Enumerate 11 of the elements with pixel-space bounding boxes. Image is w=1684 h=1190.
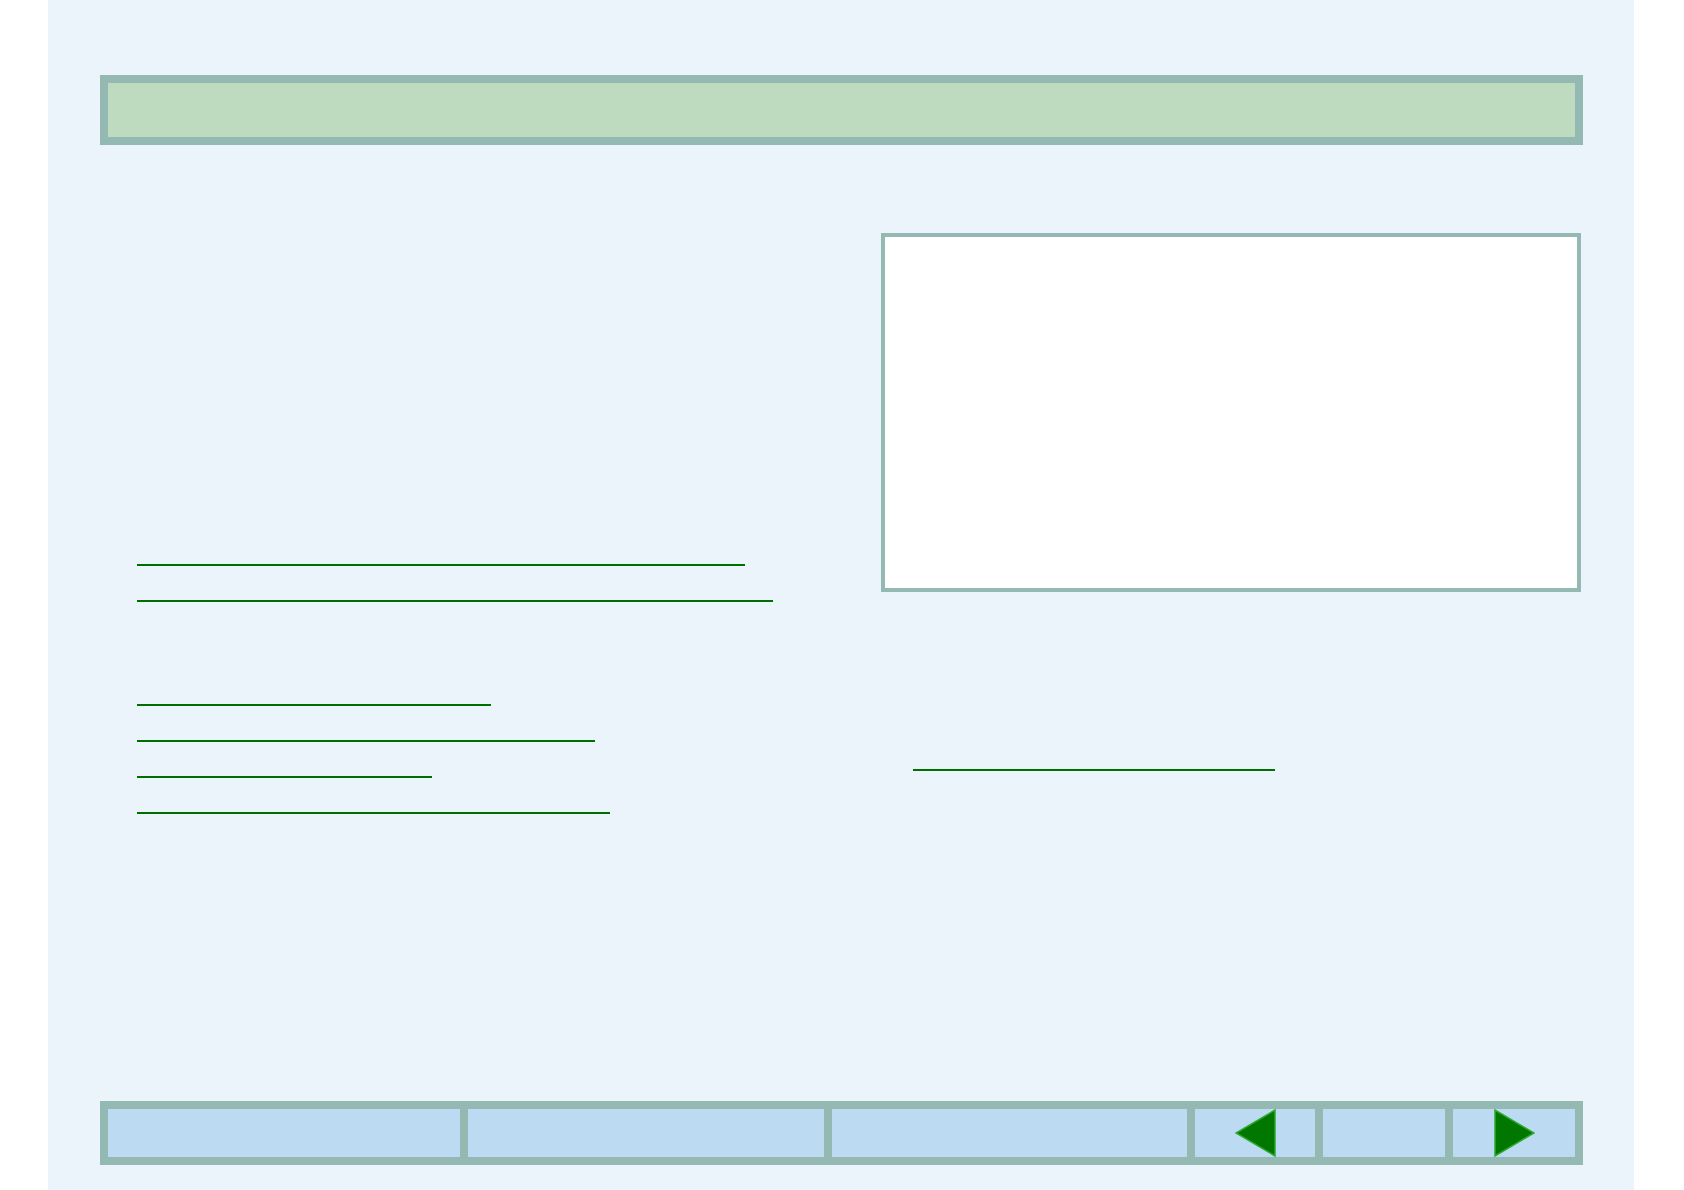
link-underline[interactable] [137,600,773,602]
right-triangle-icon [1493,1109,1535,1157]
previous-button[interactable] [1195,1109,1315,1157]
link-underline[interactable] [137,704,491,706]
left-triangle-icon [1234,1109,1276,1157]
link-underline[interactable] [137,564,745,566]
link-underline[interactable] [913,769,1275,771]
link-underline[interactable] [137,812,610,814]
link-underline[interactable] [137,740,595,742]
link-underline[interactable] [137,776,432,778]
next-button[interactable] [1453,1109,1575,1157]
